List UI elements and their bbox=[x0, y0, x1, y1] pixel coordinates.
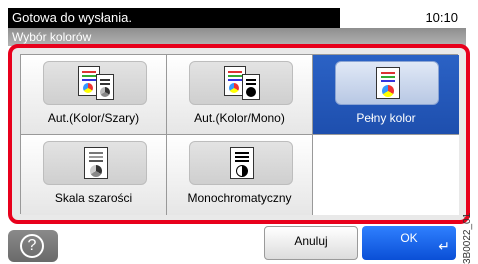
ok-label: OK bbox=[400, 231, 418, 245]
status-bar: Gotowa do wysłania. 10:10 bbox=[0, 0, 466, 28]
option-label: Skala szarości bbox=[54, 191, 133, 205]
option-label: Pełny kolor bbox=[356, 111, 416, 125]
color-mono-doc-icon bbox=[189, 61, 293, 105]
option-monochrome[interactable]: Monochromatyczny bbox=[167, 135, 313, 215]
color-gray-doc-icon bbox=[43, 61, 147, 105]
help-icon: ? bbox=[20, 234, 44, 258]
option-grayscale[interactable]: Skala szarości bbox=[21, 135, 167, 215]
option-full-color[interactable]: Pełny kolor bbox=[313, 55, 459, 135]
help-button[interactable]: ? bbox=[8, 230, 58, 262]
cancel-button[interactable]: Anuluj bbox=[264, 226, 358, 260]
monochrome-doc-icon bbox=[189, 141, 293, 185]
empty-cell bbox=[313, 135, 459, 215]
option-auto-color-mono[interactable]: Aut.(Kolor/Mono) bbox=[167, 55, 313, 135]
status-time: 10:10 bbox=[425, 10, 458, 25]
status-message: Gotowa do wysłania. bbox=[8, 8, 340, 28]
option-grid: Aut.(Kolor/Szary) Aut.(Kolor/Mono) Pełny… bbox=[20, 54, 459, 215]
option-label: Aut.(Kolor/Mono) bbox=[194, 111, 285, 125]
enter-arrow-icon: ↵ bbox=[438, 238, 450, 254]
option-auto-color-gray[interactable]: Aut.(Kolor/Szary) bbox=[21, 55, 167, 135]
bottom-bar: ? Anuluj OK ↵ bbox=[0, 226, 478, 264]
grayscale-doc-icon bbox=[43, 141, 147, 185]
color-selection-panel: Aut.(Kolor/Szary) Aut.(Kolor/Mono) Pełny… bbox=[8, 44, 470, 224]
option-label: Aut.(Kolor/Szary) bbox=[47, 111, 140, 125]
image-id-watermark: 3B0022_01 bbox=[462, 212, 473, 264]
ok-button[interactable]: OK ↵ bbox=[362, 226, 456, 260]
full-color-doc-icon bbox=[335, 61, 439, 105]
option-label: Monochromatyczny bbox=[187, 191, 292, 205]
